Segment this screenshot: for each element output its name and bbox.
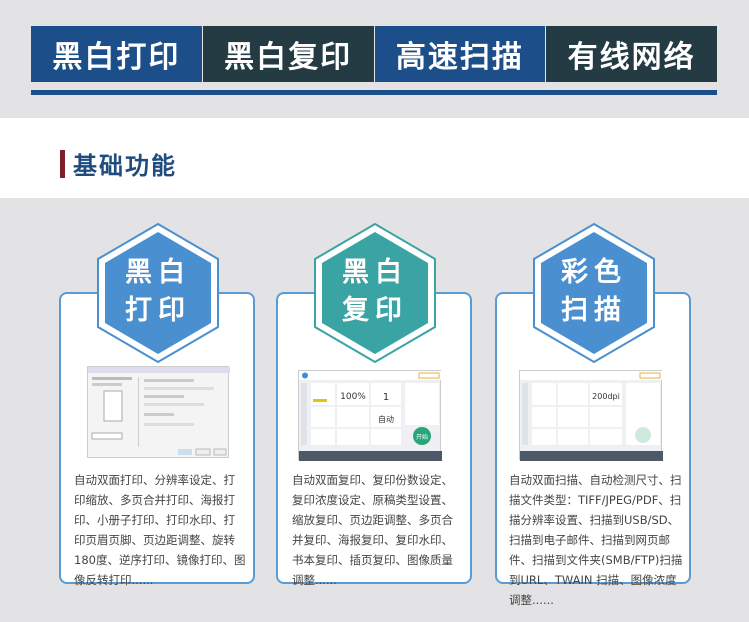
hex-line1: 黑白 [125, 257, 191, 288]
svg-text:1: 1 [383, 392, 389, 403]
tab-high-speed-scan[interactable]: 高速扫描 [374, 26, 546, 82]
hex-line2: 复印 [342, 295, 408, 326]
card-description: 自动双面扫描、自动检测尺寸、扫描文件类型：TIFF/JPEG/PDF、扫描分辨率… [509, 473, 683, 607]
hex-line2: 打印 [125, 295, 191, 326]
svg-text:开始: 开始 [416, 433, 428, 441]
svg-text:200dpi: 200dpi [592, 392, 620, 401]
hex-line1: 彩色 [561, 257, 627, 288]
print-dialog-screenshot [87, 366, 230, 458]
print-dialog-preview [88, 367, 230, 456]
hex-line2: 扫描 [561, 295, 627, 326]
hexagon-label-bw-copy: 黑白 复印 [313, 254, 437, 330]
card-description: 自动双面复印、复印份数设定、复印浓度设定、原稿类型设置、缩放复印、页边距调整、多… [292, 473, 453, 587]
hex-line1: 黑白 [342, 257, 408, 288]
svg-text:100%: 100% [340, 392, 366, 402]
tab-wired-network[interactable]: 有线网络 [546, 26, 717, 82]
scan-panel-screenshot: 200dpi [519, 370, 663, 461]
tab-bw-print[interactable]: 黑白打印 [31, 26, 202, 82]
feature-tabs: 黑白打印 黑白复印 高速扫描 有线网络 [31, 26, 717, 82]
tab-bw-copy[interactable]: 黑白复印 [202, 26, 374, 82]
svg-text:自动: 自动 [378, 414, 394, 424]
copy-panel-preview: 100% 1 自动 开始 [299, 371, 442, 461]
scan-panel-preview: 200dpi [520, 371, 663, 461]
card-description: 自动双面打印、分辨率设定、打印缩放、多页合并打印、海报打印、小册子打印、打印水印… [74, 473, 246, 587]
section-marker [60, 150, 65, 178]
section-title: 基础功能 [73, 152, 177, 180]
hexagon-label-bw-print: 黑白 打印 [96, 254, 220, 330]
tab-underline [31, 90, 717, 95]
hexagon-label-color-scan: 彩色 扫描 [532, 254, 656, 330]
copy-panel-screenshot: 100% 1 自动 开始 [298, 370, 442, 461]
